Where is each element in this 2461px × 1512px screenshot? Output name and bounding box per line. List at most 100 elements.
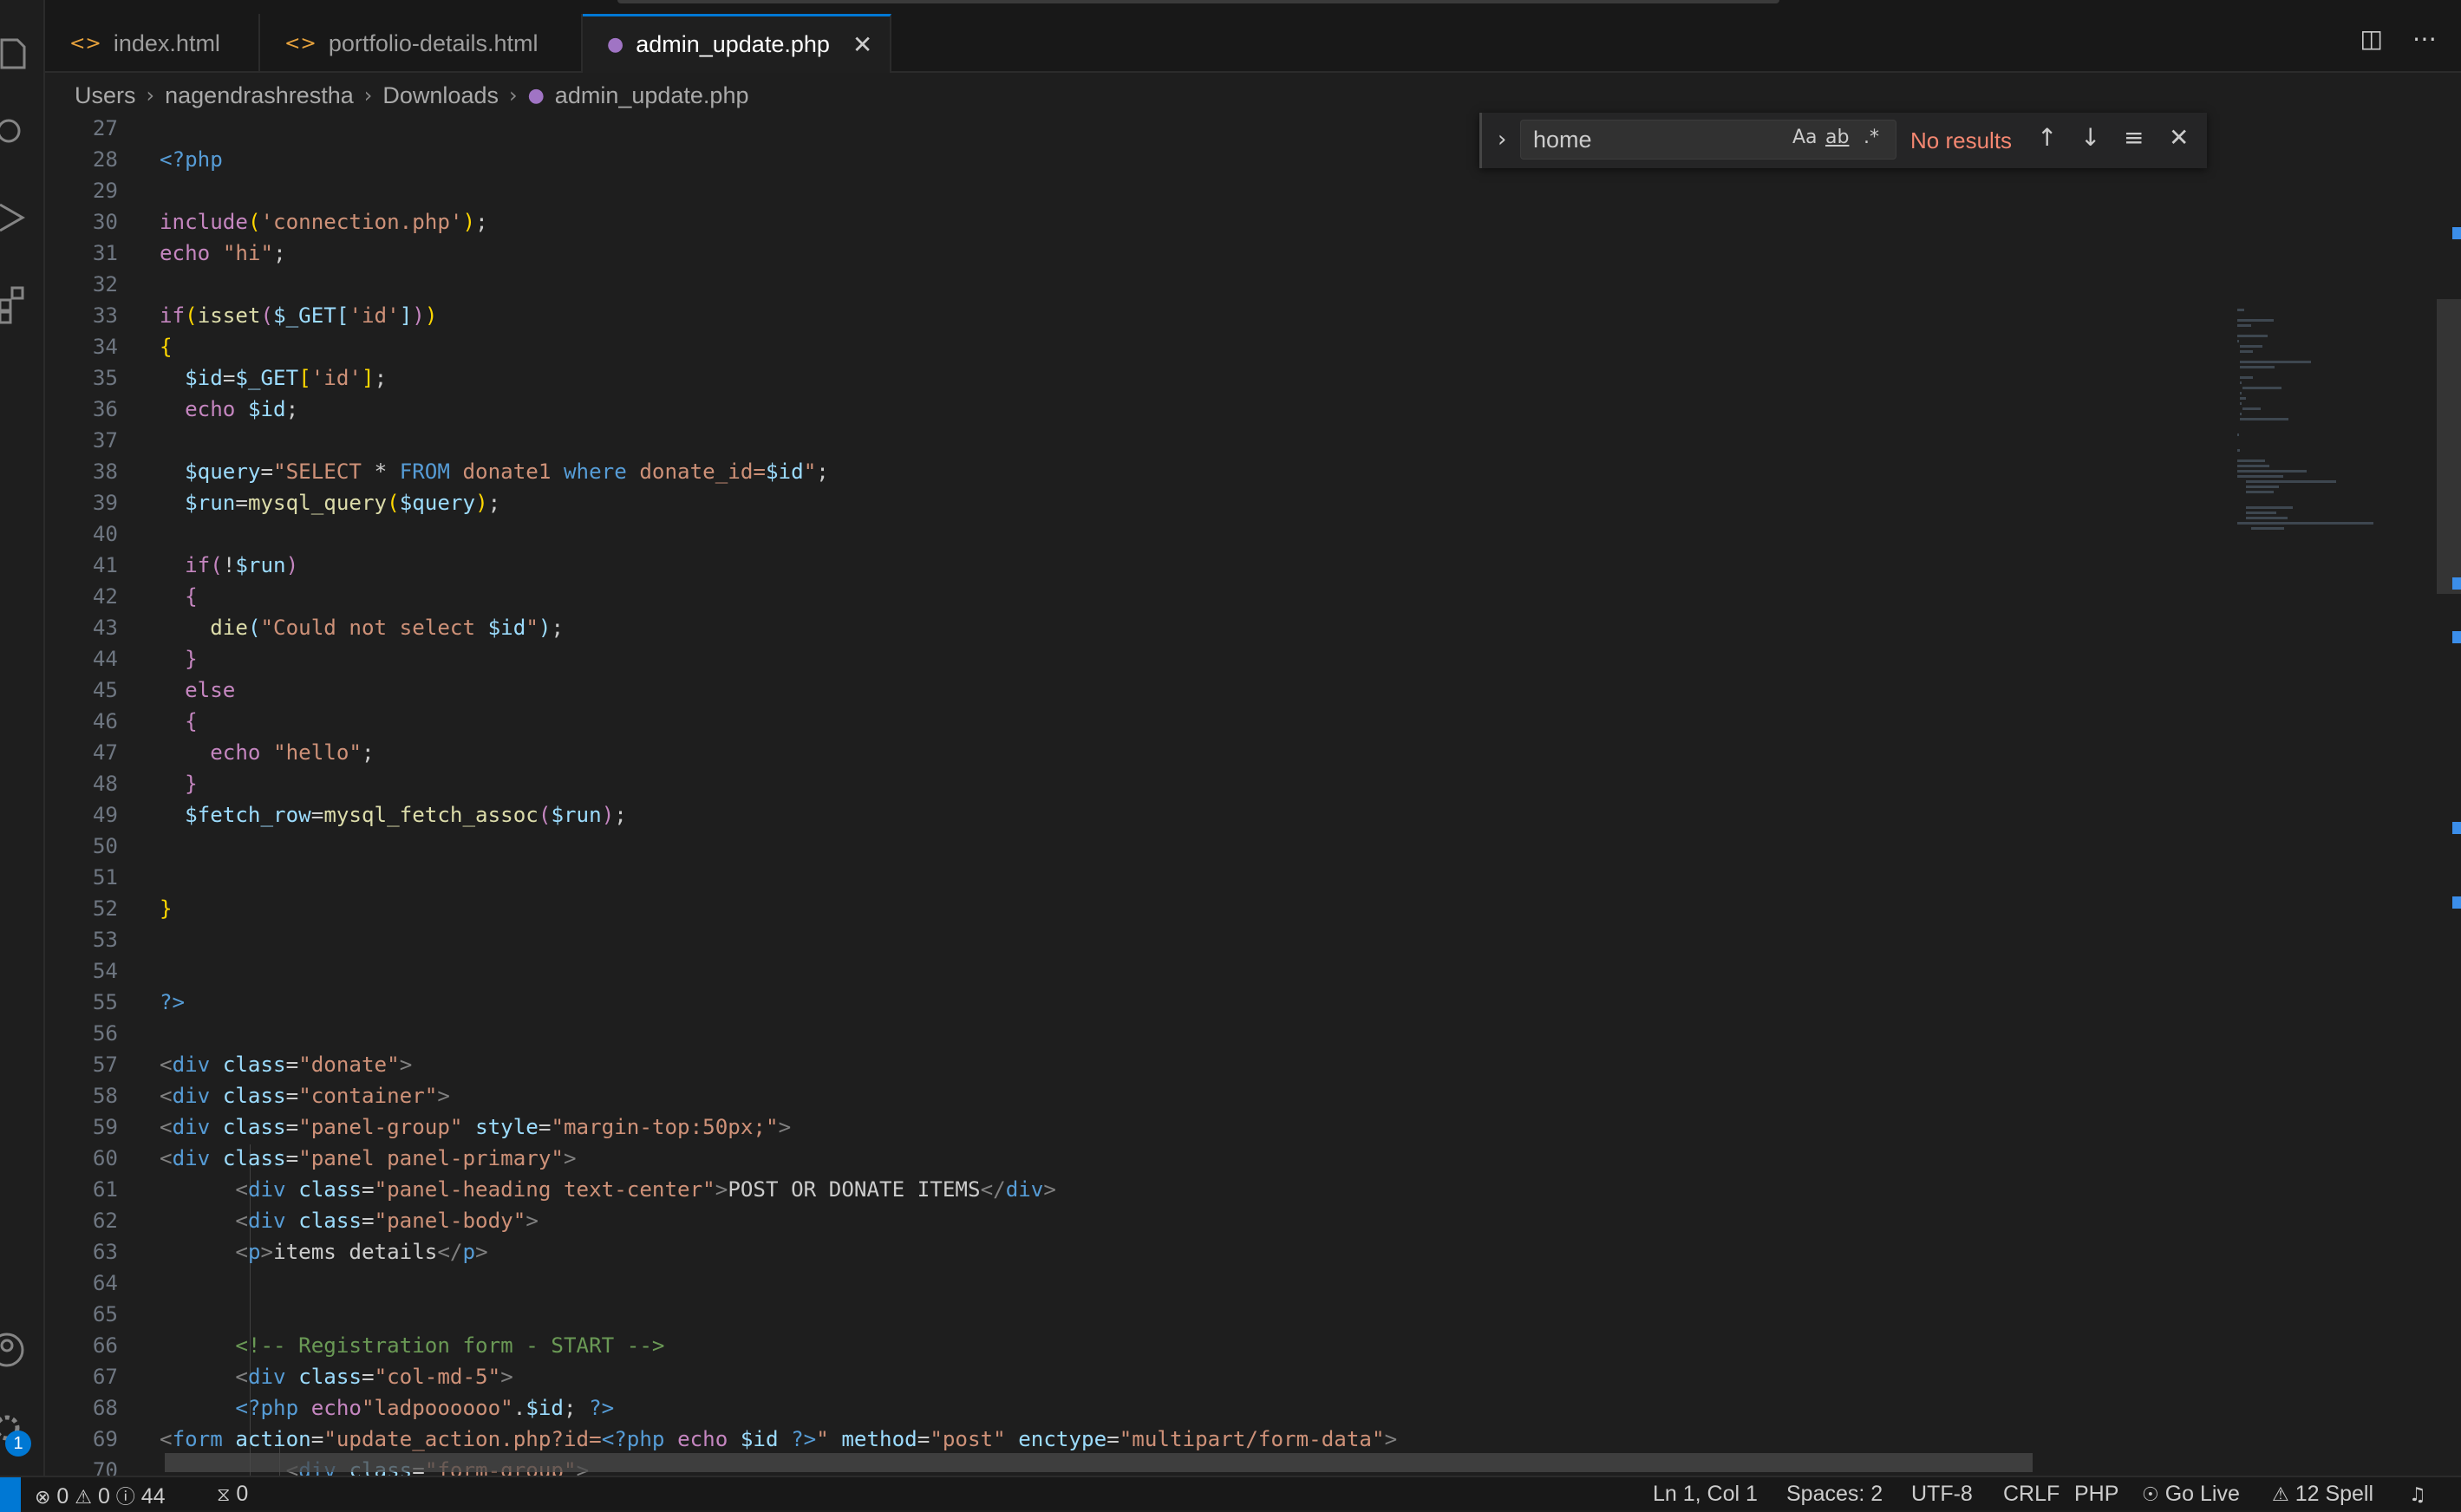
code-text[interactable]: echo "hello";	[160, 737, 374, 768]
code-text[interactable]: $id=$_GET['id'];	[160, 362, 387, 394]
code-text[interactable]: <div class="panel-heading text-center">P…	[160, 1174, 1056, 1205]
code-line[interactable]: 69 <form action="update_action.php?id=<?p…	[45, 1424, 2213, 1455]
code-text[interactable]: echo "hi";	[160, 238, 286, 269]
code-text[interactable]: <div class="container">	[160, 1080, 450, 1111]
code-line[interactable]: 44 }	[45, 643, 2213, 675]
tab-portfolio-details-html[interactable]: <> portfolio-details.html	[260, 14, 583, 73]
language-mode[interactable]: PHP	[2074, 1482, 2118, 1507]
remote-indicator[interactable]	[0, 1477, 21, 1512]
code-line[interactable]: 58 <div class="container">	[45, 1080, 2213, 1111]
code-text[interactable]: <div class="panel panel-primary">	[160, 1143, 577, 1174]
extensions-icon[interactable]	[0, 279, 29, 326]
code-text[interactable]: <form action="update_action.php?id=<?php…	[160, 1424, 1397, 1455]
code-line[interactable]: 66 <!-- Registration form - START -->	[45, 1330, 2213, 1361]
tab-index-html[interactable]: <> index.html	[45, 14, 260, 73]
code-text[interactable]: <!-- Registration form - START -->	[160, 1330, 664, 1361]
code-text[interactable]: $fetch_row=mysql_fetch_assoc($run);	[160, 799, 627, 831]
code-text[interactable]: <p>items details</p>	[160, 1236, 487, 1268]
toggle-replace-chevron-icon[interactable]: ›	[1498, 127, 1506, 153]
close-tab-icon[interactable]: ✕	[852, 30, 872, 59]
code-line[interactable]: 29	[45, 175, 2213, 206]
problems-indicator[interactable]: ⊗ 0 ⚠ 0 ⓘ 44	[35, 1482, 166, 1509]
code-line[interactable]: 57 <div class="donate">	[45, 1049, 2213, 1080]
code-text[interactable]: else	[160, 675, 235, 706]
horizontal-scrollbar-thumb[interactable]	[165, 1453, 2033, 1472]
breadcrumb-item-downloads[interactable]: Downloads	[382, 82, 499, 109]
code-text[interactable]: <div class="donate">	[160, 1049, 412, 1080]
breadcrumb-item-user[interactable]: nagendrashrestha	[165, 82, 354, 109]
code-text[interactable]: ?>	[160, 987, 185, 1018]
code-text[interactable]: }	[160, 893, 173, 924]
split-editor-icon[interactable]: ◫	[2360, 24, 2383, 53]
code-text[interactable]: die("Could not select $id");	[160, 612, 564, 643]
use-regex-icon[interactable]: .*	[1864, 127, 1879, 148]
code-text[interactable]: }	[160, 768, 198, 799]
match-whole-word-icon[interactable]: ab	[1825, 127, 1849, 148]
code-text[interactable]: $query="SELECT * FROM donate1 where dona…	[160, 456, 829, 487]
code-line[interactable]: 55 ?>	[45, 987, 2213, 1018]
code-text[interactable]: <div class="col-md-5">	[160, 1361, 512, 1392]
code-line[interactable]: 37	[45, 425, 2213, 456]
code-line[interactable]: 56	[45, 1018, 2213, 1049]
go-live-button[interactable]: ☉ Go Live	[2142, 1482, 2240, 1507]
code-line[interactable]: 59 <div class="panel-group" style="margin…	[45, 1111, 2213, 1143]
code-line[interactable]: 33 if(isset($_GET['id']))	[45, 300, 2213, 331]
encoding-setting[interactable]: UTF-8	[1911, 1482, 1973, 1507]
code-editor[interactable]: 27 28 <?php 29 30 include('connection.php'); 3…	[45, 113, 2229, 1476]
code-line[interactable]: 53	[45, 924, 2213, 955]
next-match-arrow-down-icon[interactable]: ↓	[2080, 123, 2100, 152]
code-line[interactable]: 42 {	[45, 581, 2213, 612]
code-text[interactable]: <?php echo"ladpoooooo".$id; ?>	[160, 1392, 614, 1424]
code-line[interactable]: 64	[45, 1268, 2213, 1299]
code-text[interactable]: <?php	[160, 144, 223, 175]
code-line[interactable]: 38 $query="SELECT * FROM donate1 where d…	[45, 456, 2213, 487]
code-text[interactable]: if(!$run)	[160, 550, 298, 581]
ports-indicator[interactable]: ⧖ 0	[217, 1482, 248, 1507]
code-line[interactable]: 31 echo "hi";	[45, 238, 2213, 269]
code-line[interactable]: 43 die("Could not select $id");	[45, 612, 2213, 643]
explorer-icon[interactable]	[0, 29, 29, 76]
code-text[interactable]: <div class="panel-body">	[160, 1205, 539, 1236]
code-line[interactable]: 54	[45, 955, 2213, 987]
minimap[interactable]	[2227, 113, 2442, 1476]
code-line[interactable]: 46 {	[45, 706, 2213, 737]
code-line[interactable]: 52}	[45, 893, 2213, 924]
code-line[interactable]: 63 <p>items details</p>	[45, 1236, 2213, 1268]
accounts-icon[interactable]	[0, 1326, 29, 1373]
cursor-position[interactable]: Ln 1, Col 1	[1653, 1482, 1758, 1507]
code-line[interactable]: 45 else	[45, 675, 2213, 706]
code-line[interactable]: 36 echo $id;	[45, 394, 2213, 425]
tab-admin-update-php[interactable]: ● admin_update.php ✕	[583, 14, 891, 73]
code-text[interactable]: include('connection.php');	[160, 206, 488, 238]
breadcrumb-item-users[interactable]: Users	[75, 82, 136, 109]
match-case-icon[interactable]: Aa	[1792, 127, 1818, 148]
code-text[interactable]: {	[160, 331, 173, 362]
code-text[interactable]: $run=mysql_query($query);	[160, 487, 500, 518]
code-line[interactable]: 34 {	[45, 331, 2213, 362]
code-text[interactable]: }	[160, 643, 198, 675]
find-in-selection-icon[interactable]: ≡	[2124, 123, 2144, 152]
spell-check-indicator[interactable]: ⚠ 12 Spell	[2272, 1482, 2373, 1507]
search-icon[interactable]	[0, 108, 29, 154]
code-line[interactable]: 48 }	[45, 768, 2213, 799]
code-line[interactable]: 51	[45, 862, 2213, 893]
code-text[interactable]: <div class="panel-group" style="margin-t…	[160, 1111, 791, 1143]
code-line[interactable]: 40	[45, 518, 2213, 550]
indentation-setting[interactable]: Spaces: 2	[1786, 1482, 1883, 1507]
code-line[interactable]: 39 $run=mysql_query($query);	[45, 487, 2213, 518]
run-debug-icon[interactable]	[0, 194, 29, 241]
close-find-icon[interactable]: ✕	[2169, 123, 2189, 152]
breadcrumb-item-file[interactable]: admin_update.php	[555, 82, 749, 109]
code-text[interactable]: {	[160, 581, 198, 612]
code-text[interactable]: if(isset($_GET['id']))	[160, 300, 437, 331]
code-line[interactable]: 32	[45, 269, 2213, 300]
code-line[interactable]: 68 <?php echo"ladpoooooo".$id; ?>	[45, 1392, 2213, 1424]
code-line[interactable]: 62 <div class="panel-body">	[45, 1205, 2213, 1236]
code-line[interactable]: 61 <div class="panel-heading text-center…	[45, 1174, 2213, 1205]
code-line[interactable]: 49 $fetch_row=mysql_fetch_assoc($run);	[45, 799, 2213, 831]
eol-setting[interactable]: CRLF	[2003, 1482, 2060, 1507]
vertical-scrollbar-thumb[interactable]	[2437, 299, 2461, 594]
code-line[interactable]: 35 $id=$_GET['id'];	[45, 362, 2213, 394]
code-line[interactable]: 30 include('connection.php');	[45, 206, 2213, 238]
code-line[interactable]: 60 <div class="panel panel-primary">	[45, 1143, 2213, 1174]
